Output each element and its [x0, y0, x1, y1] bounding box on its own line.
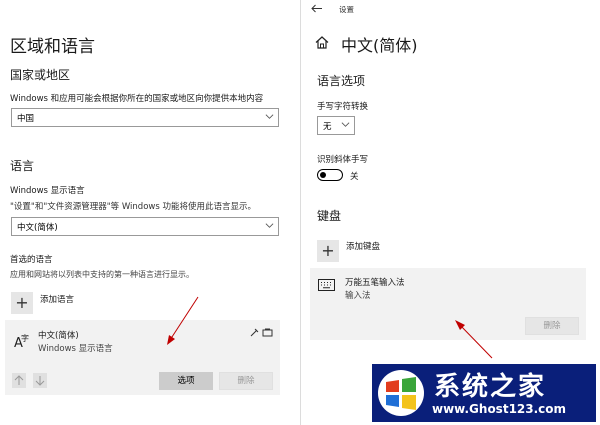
windows-logo-icon: [378, 370, 424, 416]
watermark-logo: 系统之家 www.Ghost123.com: [372, 364, 596, 422]
red-arrow-right: [458, 323, 493, 359]
red-arrowhead-left: [167, 335, 175, 345]
watermark-url: www.Ghost123.com: [432, 402, 567, 416]
annotation-arrows: [167, 296, 493, 359]
watermark-title: 系统之家: [434, 372, 547, 402]
red-arrow-left: [169, 296, 199, 341]
